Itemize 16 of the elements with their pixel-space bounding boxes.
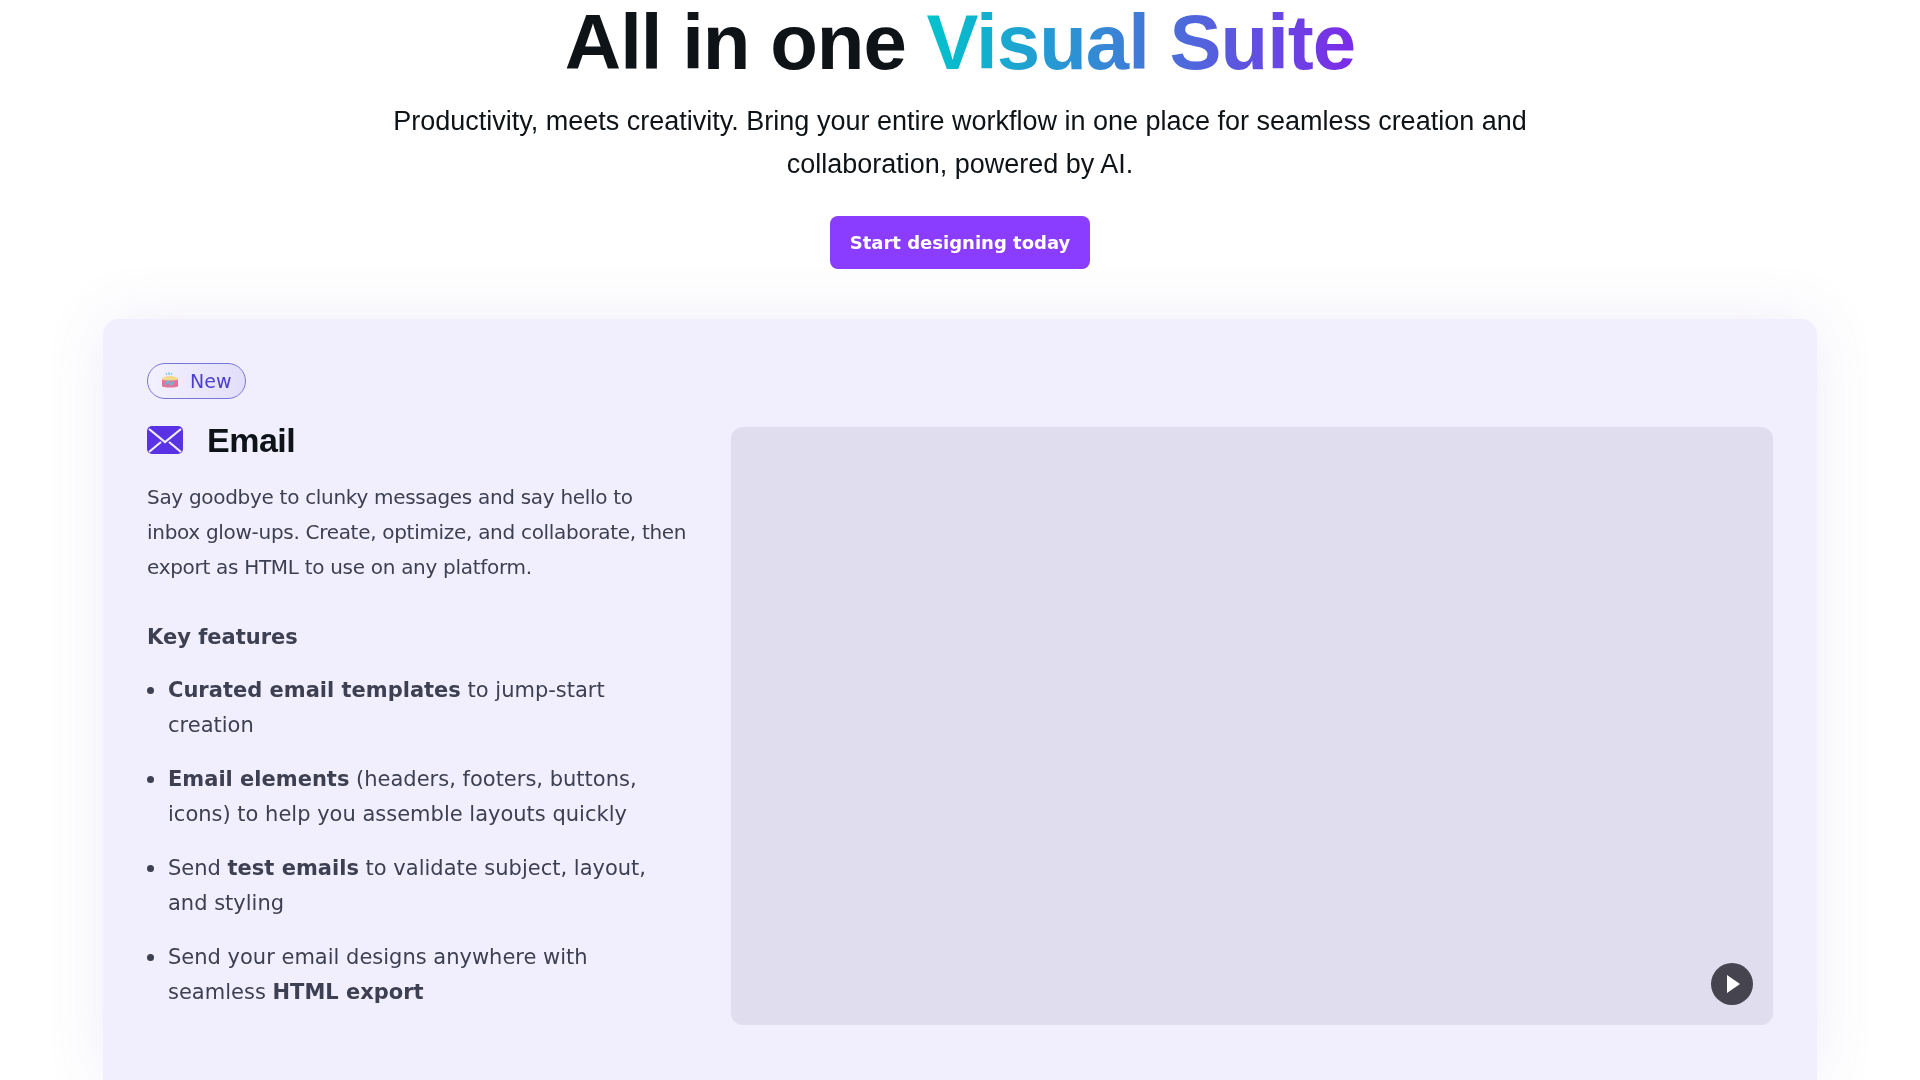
badge-label: New: [190, 369, 232, 392]
bullet-dot: [147, 686, 154, 694]
hero-subtitle: Productivity, meets creativity. Bring your entire workflow in one place for seamless creation and collaboration, powered by AI.: [392, 104, 1528, 181]
envelope-icon: [147, 426, 183, 455]
feature-item: Curated email templates to jump-start creation: [168, 676, 606, 739]
feature-item: Send your email designs anywhere with seamless HTML export: [168, 943, 589, 1006]
feature-item: Email elements (headers, footers, buttons, icons) to help you assemble layouts quickly: [168, 765, 638, 828]
feature-item: Send test emails to validate subject, layout, and styling: [168, 854, 647, 917]
play-icon[interactable]: [1711, 962, 1753, 1005]
bullet-dot: [147, 953, 154, 961]
start-designing-button[interactable]: Start designing today: [829, 215, 1091, 269]
key-features-heading: Key features: [147, 624, 299, 649]
bullet-dot: [147, 775, 154, 783]
feature-description: Say goodbye to clunky messages and say hello to inbox glow-ups. Create, optimize, and collaborate, then export as HTML to use on any platform.: [147, 483, 687, 581]
bullet-dot: [147, 864, 154, 872]
feature-title: Email: [207, 420, 296, 460]
